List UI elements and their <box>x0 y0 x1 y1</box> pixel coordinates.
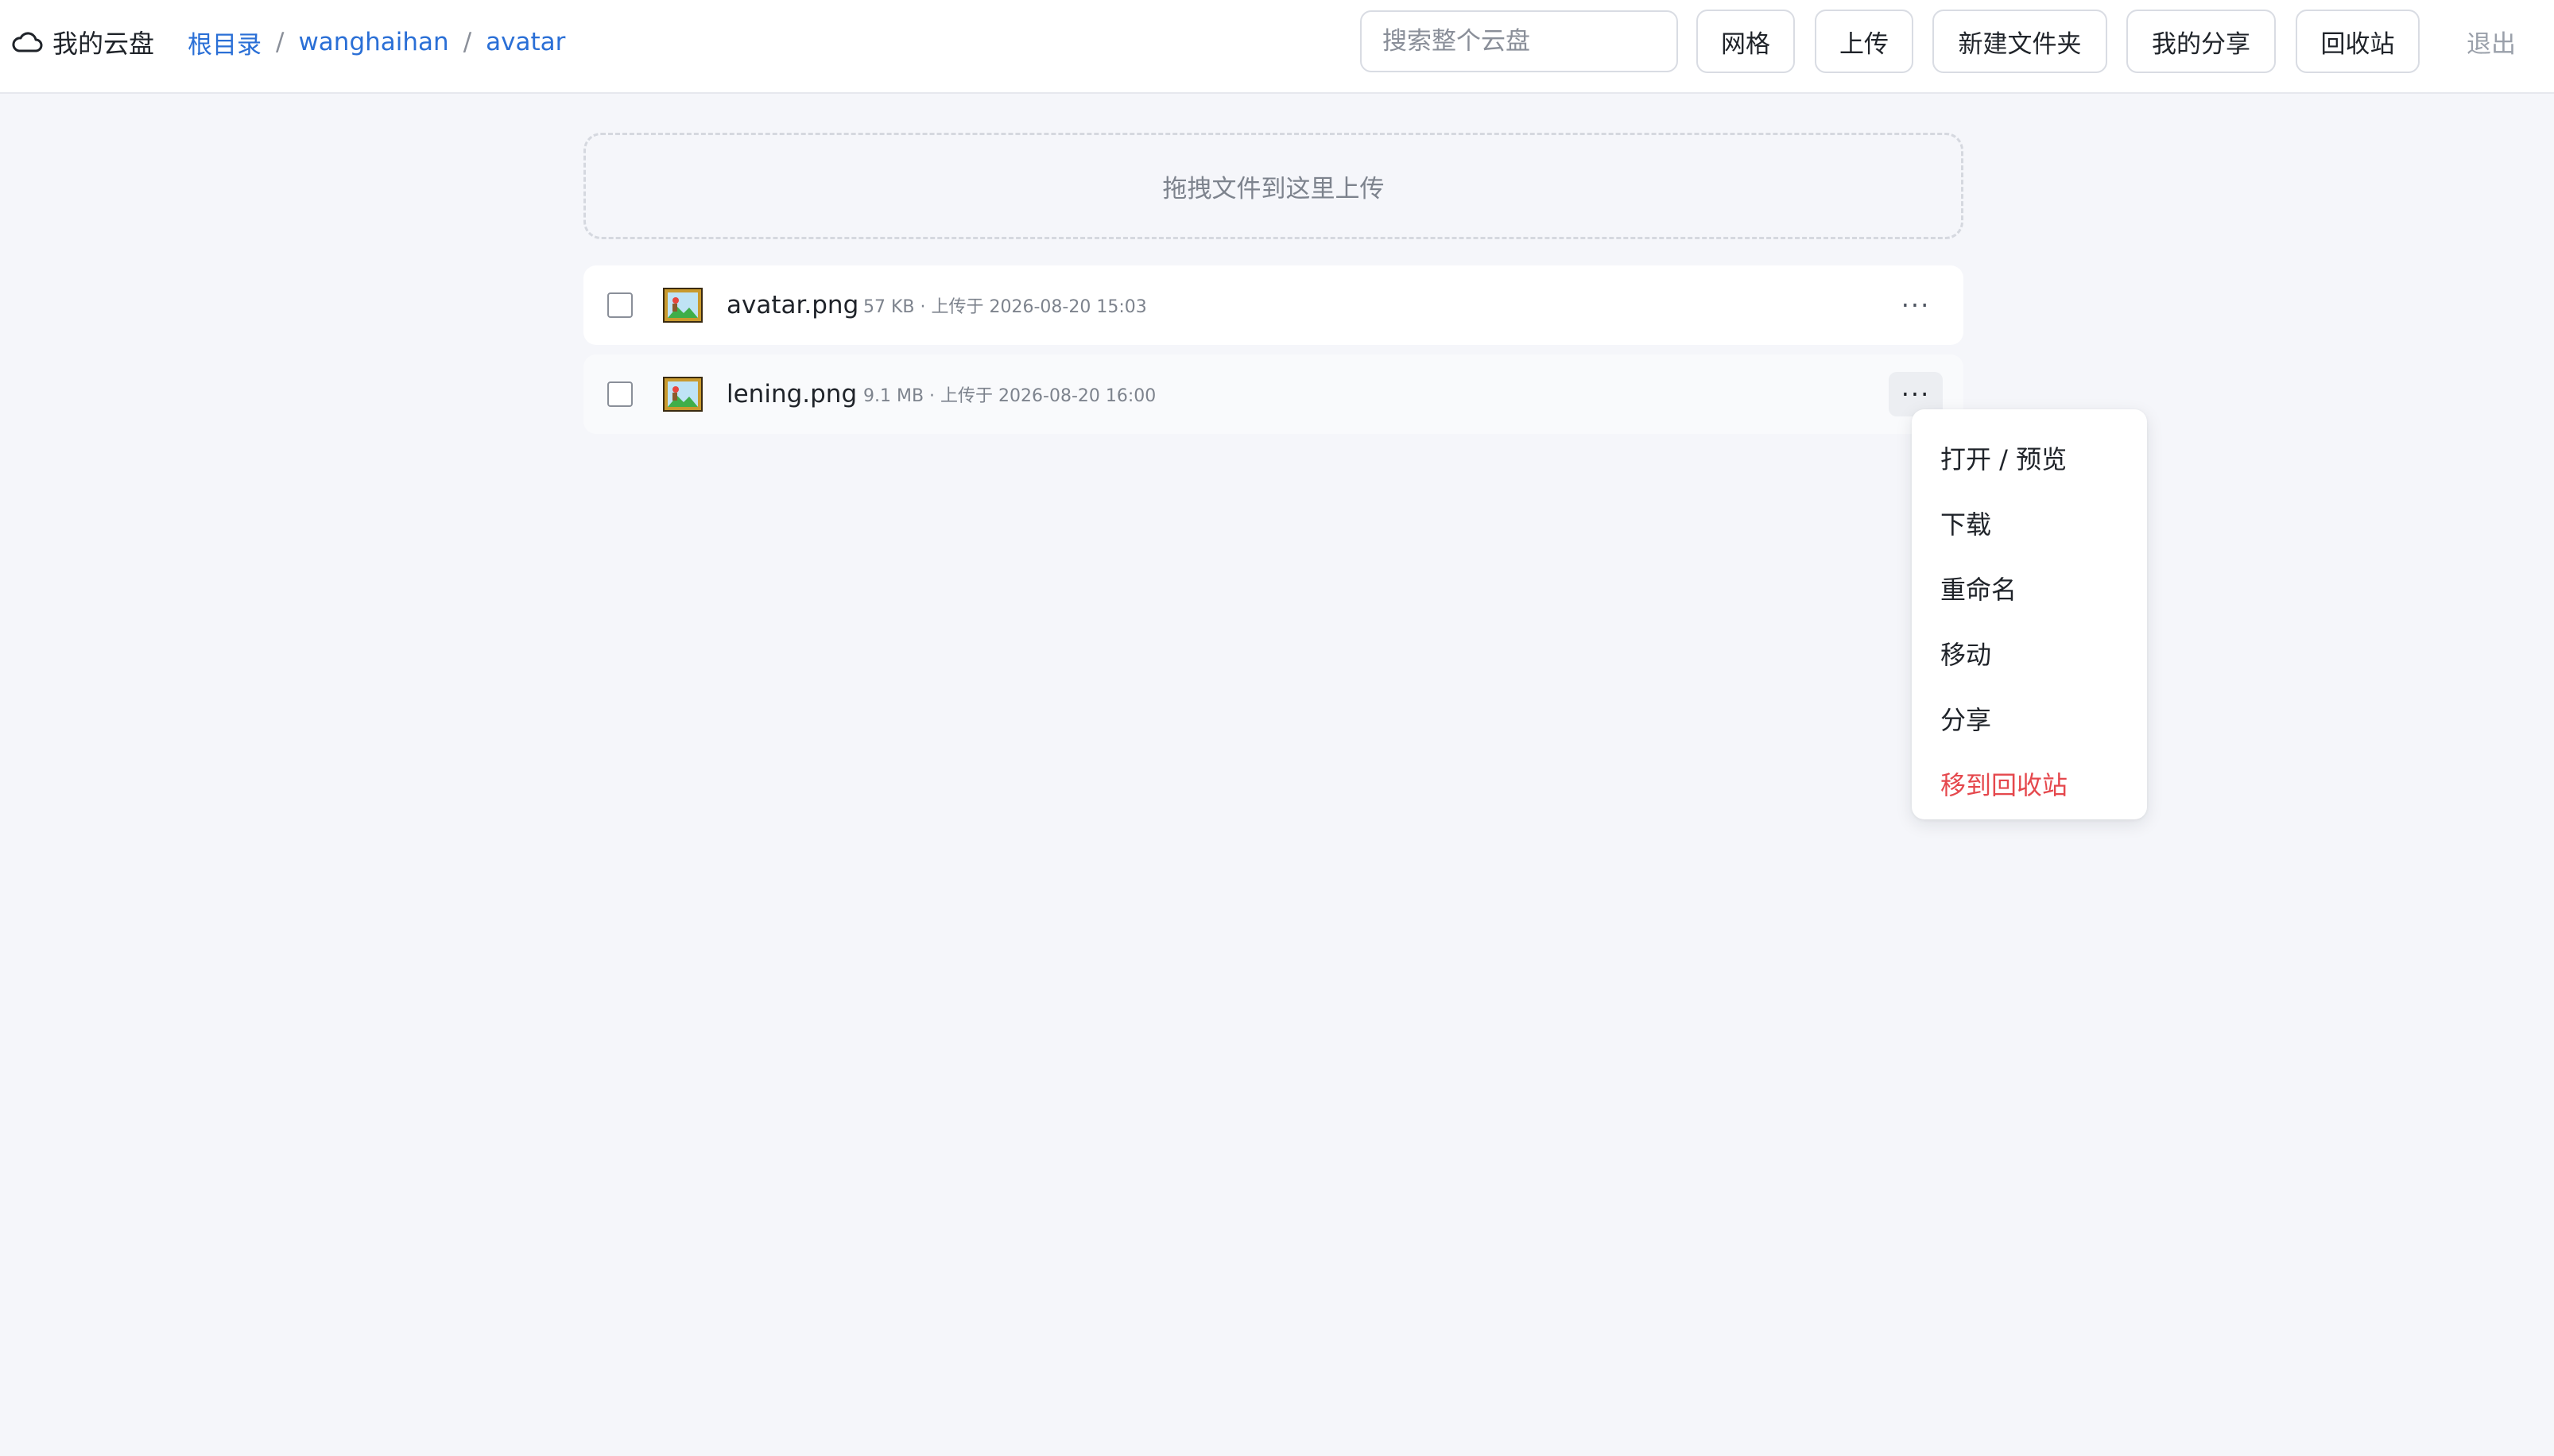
breadcrumb: 根目录 / wanghaihan / avatar <box>188 0 565 84</box>
breadcrumb-separator: / <box>276 28 285 56</box>
file-name[interactable]: lening.png <box>727 354 857 434</box>
cloud-icon <box>11 31 43 53</box>
top-bar: 我的云盘 根目录 / wanghaihan / avatar 网格 上传 新建文… <box>0 0 2554 94</box>
file-checkbox[interactable] <box>607 292 633 318</box>
brand[interactable]: 我的云盘 <box>11 0 154 84</box>
menu-item-download[interactable]: 下载 <box>1912 490 2147 556</box>
file-meta: 57 KB · 上传于 2026-08-20 15:03 <box>863 297 1147 317</box>
menu-item-rename[interactable]: 重命名 <box>1912 556 2147 621</box>
file-checkbox[interactable] <box>607 381 633 407</box>
recycle-bin-button[interactable]: 回收站 <box>2296 10 2420 73</box>
breadcrumb-root[interactable]: 根目录 <box>188 25 262 60</box>
logout-button[interactable]: 退出 <box>2451 10 2531 73</box>
menu-item-open-preview[interactable]: 打开 / 预览 <box>1912 425 2147 490</box>
file-row[interactable]: lening.png 9.1 MB · 上传于 2026-08-20 16:00… <box>583 354 1963 434</box>
upload-dropzone[interactable]: 拖拽文件到这里上传 <box>583 133 1963 239</box>
breadcrumb-current[interactable]: avatar <box>486 28 565 56</box>
menu-item-move[interactable]: 移动 <box>1912 621 2147 686</box>
new-folder-button[interactable]: 新建文件夹 <box>1932 10 2107 73</box>
brand-title: 我的云盘 <box>52 29 155 59</box>
upload-button[interactable]: 上传 <box>1815 10 1913 73</box>
file-row[interactable]: avatar.png 57 KB · 上传于 2026-08-20 15:03 … <box>583 265 1963 345</box>
menu-item-share[interactable]: 分享 <box>1912 686 2147 751</box>
breadcrumb-user[interactable]: wanghaihan <box>298 28 448 56</box>
file-context-menu: 打开 / 预览 下载 重命名 移动 分享 移到回收站 <box>1912 409 2147 819</box>
more-actions-button[interactable]: ··· <box>1889 283 1943 327</box>
breadcrumb-separator: / <box>463 28 472 56</box>
file-meta: 9.1 MB · 上传于 2026-08-20 16:00 <box>863 386 1157 406</box>
file-name[interactable]: avatar.png <box>727 265 858 345</box>
image-file-icon <box>663 288 703 323</box>
dropzone-text: 拖拽文件到这里上传 <box>1162 174 1385 203</box>
my-shares-button[interactable]: 我的分享 <box>2126 10 2276 73</box>
image-file-icon <box>663 377 703 412</box>
menu-item-move-to-trash[interactable]: 移到回收站 <box>1912 751 2147 816</box>
search-input[interactable] <box>1360 10 1678 72</box>
grid-view-button[interactable]: 网格 <box>1696 10 1795 73</box>
